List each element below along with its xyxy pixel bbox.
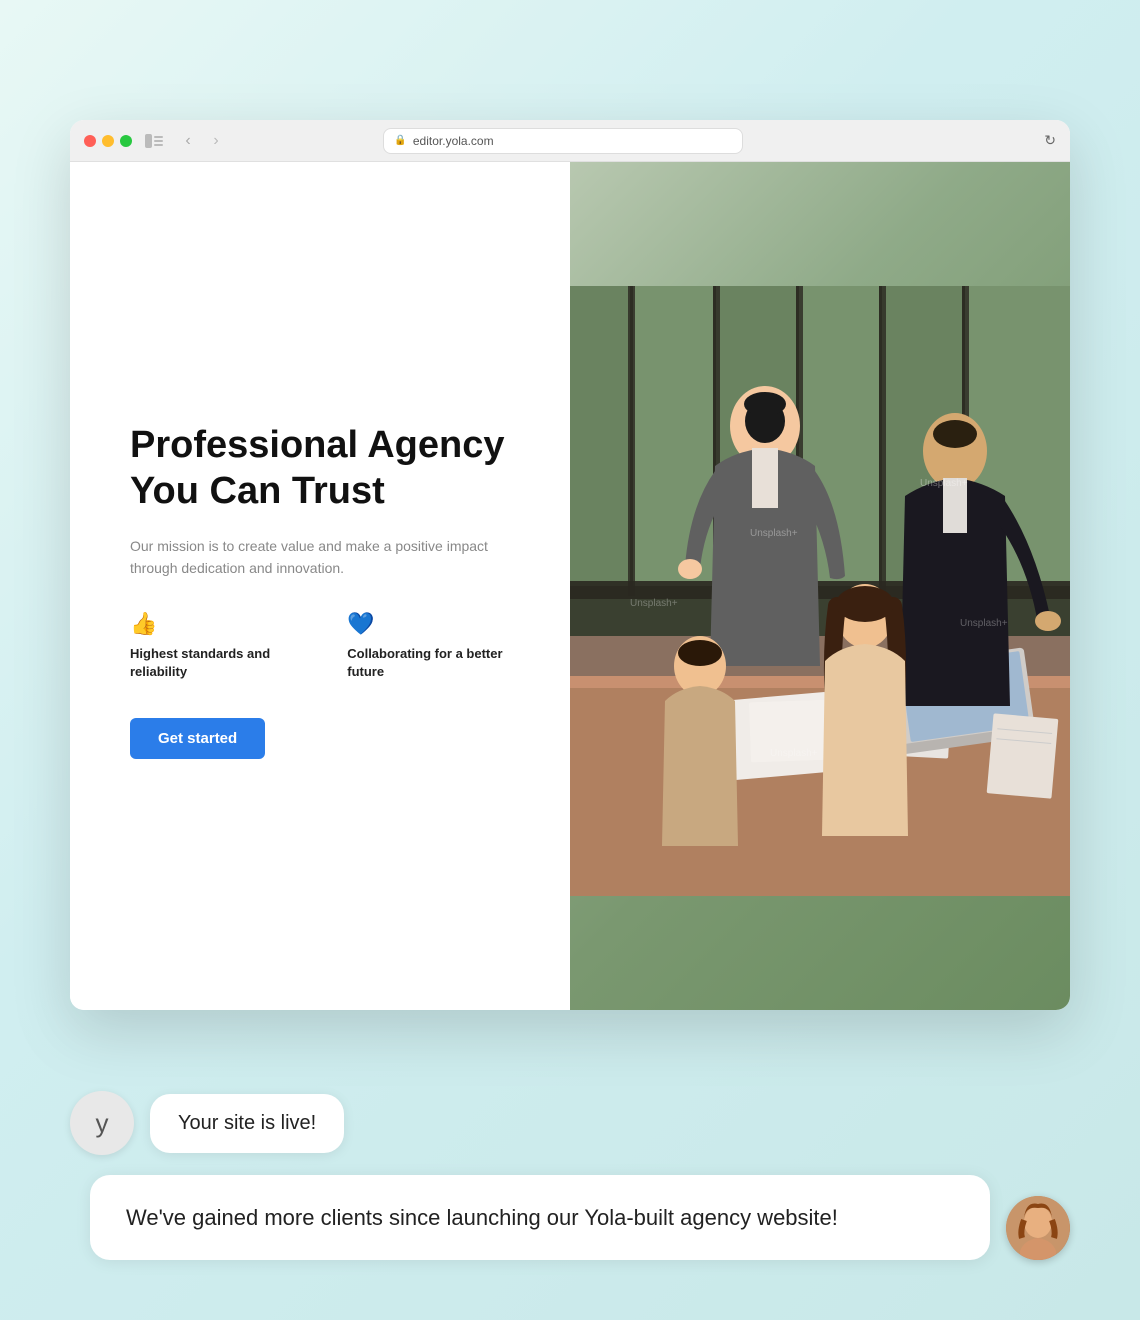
nav-arrows: ‹ › <box>176 129 228 153</box>
close-button[interactable] <box>84 135 96 147</box>
thumbs-up-icon: 👍 <box>130 611 307 637</box>
browser-window: ‹ › 🔒 editor.yola.com ↻ Professional Age… <box>70 120 1070 1010</box>
chat-bubble-text-1: Your site is live! <box>150 1094 344 1153</box>
feature-1: 👍 Highest standards and reliability <box>130 611 307 681</box>
user-avatar <box>1006 1196 1070 1260</box>
get-started-button[interactable]: Get started <box>130 718 265 759</box>
hero-image-placeholder: Unsplash+ Unsplash+ Unsplash+ Unsplash+ … <box>570 162 1070 1010</box>
maximize-button[interactable] <box>120 135 132 147</box>
yola-avatar: y <box>70 1091 134 1155</box>
features-row: 👍 Highest standards and reliability 💙 Co… <box>130 611 520 681</box>
svg-text:Unsplash+: Unsplash+ <box>630 598 678 609</box>
hero-left: Professional Agency You Can Trust Our mi… <box>70 162 570 1010</box>
minimize-button[interactable] <box>102 135 114 147</box>
url-text: editor.yola.com <box>413 134 494 148</box>
browser-toolbar: ‹ › 🔒 editor.yola.com ↻ <box>70 120 1070 162</box>
svg-text:Unsplash+: Unsplash+ <box>920 478 968 489</box>
svg-text:Unsplash+: Unsplash+ <box>770 748 818 759</box>
back-button[interactable]: ‹ <box>176 129 200 153</box>
forward-button[interactable]: › <box>204 129 228 153</box>
heart-icon: 💙 <box>347 611 520 637</box>
svg-text:Unsplash+: Unsplash+ <box>960 618 1008 629</box>
feature-2-label: Collaborating for a better future <box>347 645 520 681</box>
reload-button[interactable]: ↻ <box>1044 132 1056 149</box>
hero-description: Our mission is to create value and make … <box>130 535 520 580</box>
browser-content: Professional Agency You Can Trust Our mi… <box>70 162 1070 1010</box>
address-bar[interactable]: 🔒 editor.yola.com <box>383 128 743 154</box>
chat-bubble-2: We've gained more clients since launchin… <box>90 1175 1070 1260</box>
hero-image: Unsplash+ Unsplash+ Unsplash+ Unsplash+ … <box>570 162 1070 1010</box>
svg-text:Unsplash+: Unsplash+ <box>750 528 798 539</box>
chat-bubble-1: y Your site is live! <box>70 1091 1070 1155</box>
chat-bubble-text-2: We've gained more clients since launchin… <box>90 1175 990 1260</box>
hero-title: Professional Agency You Can Trust <box>130 423 520 514</box>
sidebar-icon[interactable] <box>142 129 166 153</box>
lock-icon: 🔒 <box>394 135 406 146</box>
chat-area: y Your site is live! We've gained more c… <box>70 1091 1070 1260</box>
feature-1-label: Highest standards and reliability <box>130 645 307 681</box>
traffic-lights <box>84 135 132 147</box>
feature-2: 💙 Collaborating for a better future <box>347 611 520 681</box>
